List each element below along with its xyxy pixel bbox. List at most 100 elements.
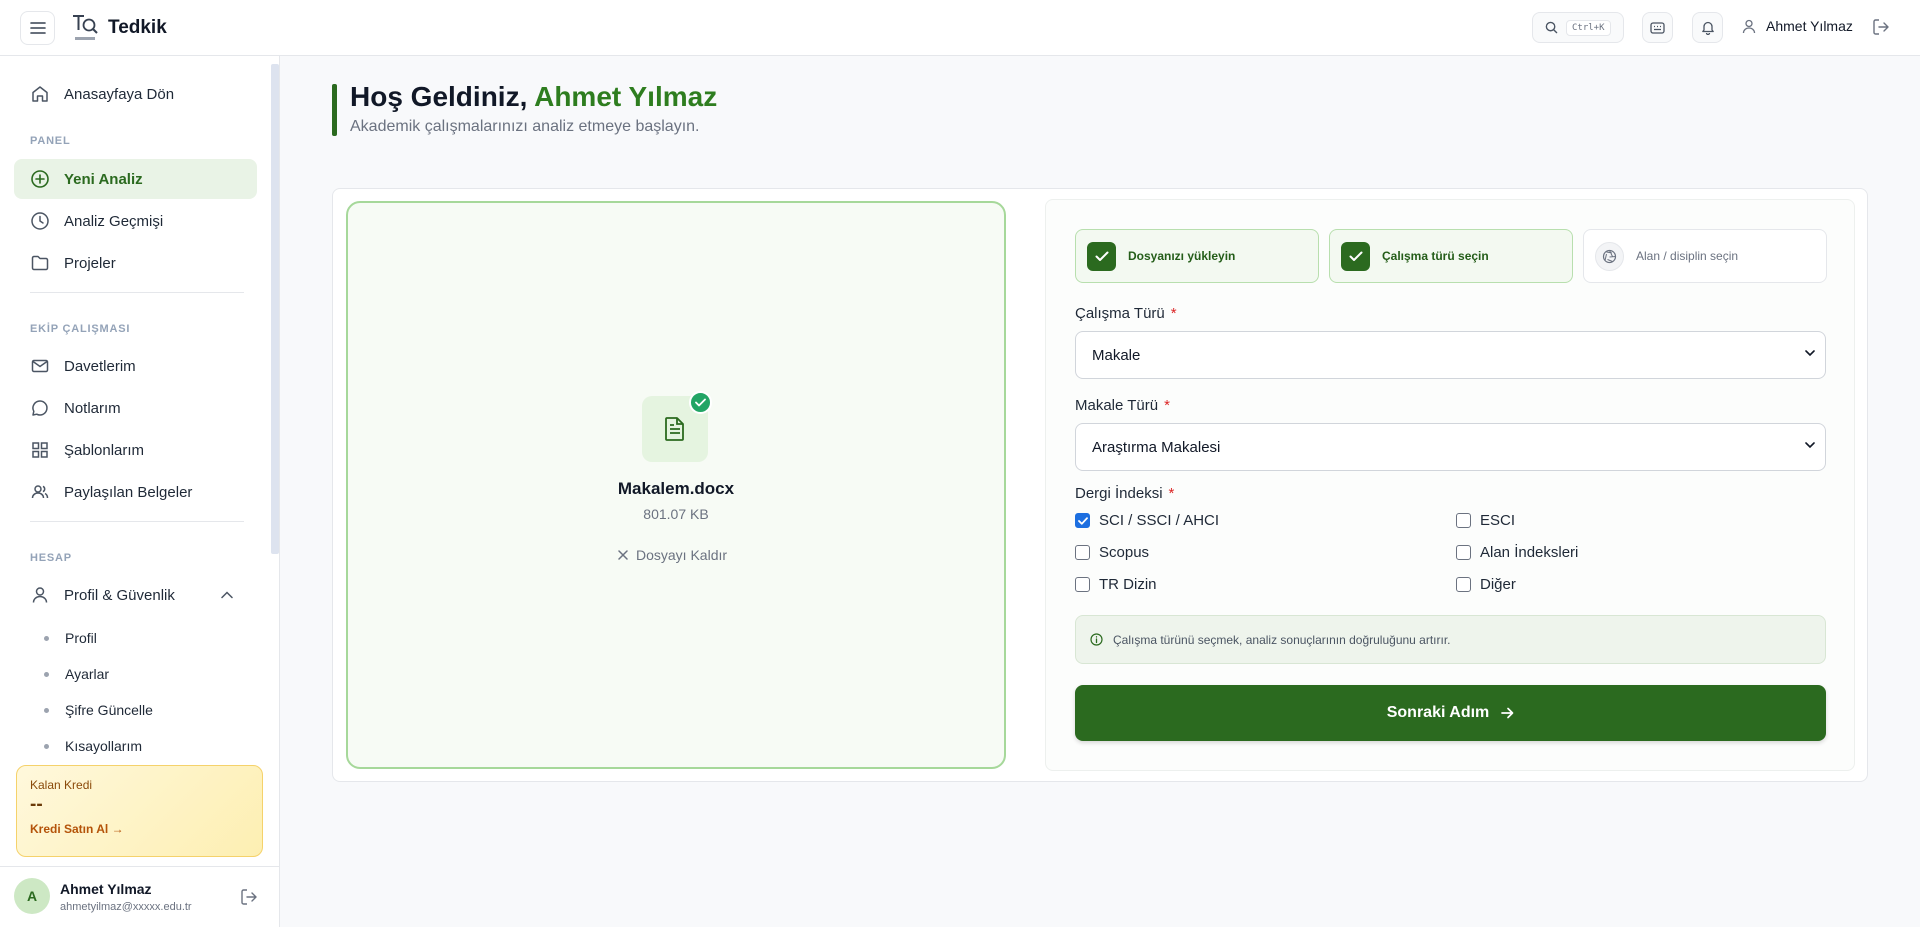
top-bar: Tedkik Ctrl+K Ahmet Yılmaz	[0, 0, 1920, 56]
sidebar-divider	[30, 292, 244, 293]
sidebar-item-analysis-history[interactable]: Analiz Geçmişi	[14, 201, 257, 241]
title-accent-bar	[332, 84, 337, 136]
sidebar-item-label: Analiz Geçmişi	[64, 212, 164, 230]
sidebar-item-invitations[interactable]: Davetlerim	[14, 346, 257, 386]
checkbox[interactable]	[1456, 577, 1471, 592]
index-option-sci[interactable]: SCI / SSCI / AHCI	[1075, 512, 1219, 529]
file-size: 801.07 KB	[643, 506, 709, 522]
sidebar-logout-button[interactable]	[240, 888, 258, 906]
checkbox[interactable]	[1456, 545, 1471, 560]
sidebar-item-new-analysis[interactable]: Yeni Analiz	[14, 159, 257, 199]
info-banner: Çalışma türünü seçmek, analiz sonuçların…	[1075, 615, 1826, 664]
index-option-tr-dizin[interactable]: TR Dizin	[1075, 576, 1157, 593]
article-type-select[interactable]: Araştırma Makalesi	[1075, 423, 1826, 471]
keyboard-icon	[1650, 21, 1665, 34]
brand-name[interactable]: Tedkik	[108, 17, 167, 39]
index-option-label: SCI / SSCI / AHCI	[1099, 512, 1220, 529]
check-icon	[1077, 516, 1088, 525]
checkbox[interactable]	[1075, 545, 1090, 560]
greeting-user-name: Ahmet Yılmaz	[534, 81, 718, 112]
step-complete-badge	[1341, 241, 1370, 271]
step-label: Çalışma türü seçin	[1382, 249, 1489, 263]
sidebar-item-label: Projeler	[64, 254, 116, 272]
tedkik-logo-icon[interactable]	[70, 13, 100, 43]
remove-file-button[interactable]: Dosyayı Kaldır	[618, 547, 727, 563]
section-label-panel: PANEL	[30, 135, 71, 147]
step-select-discipline[interactable]: Alan / disiplin seçin	[1583, 229, 1827, 283]
user-menu[interactable]: Ahmet Yılmaz	[1742, 18, 1853, 34]
mail-icon	[31, 359, 49, 373]
required-marker: *	[1164, 397, 1170, 414]
search-button[interactable]: Ctrl+K	[1532, 12, 1624, 43]
sidebar-item-label: Anasayfaya Dön	[64, 85, 175, 103]
logout-button[interactable]	[1872, 18, 1890, 36]
home-icon	[32, 86, 48, 102]
sidebar-user-name: Ahmet Yılmaz	[60, 881, 152, 897]
article-type-label: Makale Türü *	[1075, 397, 1170, 414]
bullet-dot	[44, 707, 49, 713]
close-icon	[618, 550, 628, 560]
sidebar-item-home[interactable]: Anasayfaya Dön	[14, 74, 257, 114]
step-complete-badge	[1087, 241, 1116, 271]
credit-card: Kalan Kredi -- Kredi Satın Al →	[16, 765, 263, 857]
page-title: Hoş Geldiniz, Ahmet Yılmaz	[350, 81, 717, 113]
work-type-label-text: Çalışma Türü	[1075, 305, 1165, 322]
plus-circle-icon	[31, 170, 49, 188]
sidebar-item-templates[interactable]: Şablonlarım	[14, 430, 257, 470]
users-icon	[31, 485, 49, 499]
sidebar-subitem-change-password[interactable]: Şifre Güncelle	[44, 702, 153, 718]
remove-file-label: Dosyayı Kaldır	[636, 547, 728, 563]
check-icon	[1349, 251, 1362, 261]
journal-index-label-text: Dergi İndeksi	[1075, 485, 1163, 502]
article-type-value: Araştırma Makalesi	[1092, 438, 1221, 456]
index-option-label: ESCI	[1480, 512, 1516, 529]
index-option-field-indexes[interactable]: Alan İndeksleri	[1456, 544, 1578, 561]
bullet-dot	[44, 743, 49, 749]
index-option-other[interactable]: Diğer	[1456, 576, 1516, 593]
sidebar-item-label: Yeni Analiz	[64, 170, 143, 188]
sidebar-group-profile-security[interactable]: Profil & Güvenlik	[14, 575, 257, 615]
required-marker: *	[1168, 485, 1175, 502]
buy-credit-link[interactable]: Kredi Satın Al →	[30, 822, 249, 836]
checkbox[interactable]	[1075, 577, 1090, 592]
sidebar-item-shared-documents[interactable]: Paylaşılan Belgeler	[14, 472, 257, 512]
index-option-label: Diğer	[1480, 576, 1516, 593]
sidebar-scrollbar[interactable]	[271, 64, 279, 554]
credit-value: --	[30, 794, 43, 815]
next-step-button[interactable]: Sonraki Adım	[1075, 685, 1826, 741]
notifications-button[interactable]	[1692, 12, 1723, 43]
checkbox[interactable]	[1456, 513, 1471, 528]
sidebar-subitem-settings[interactable]: Ayarlar	[44, 666, 109, 682]
index-option-esci[interactable]: ESCI	[1456, 512, 1515, 529]
avatar[interactable]: A	[14, 878, 50, 914]
index-option-label: TR Dizin	[1099, 576, 1157, 593]
bullet-dot	[44, 635, 49, 641]
aperture-icon	[1602, 249, 1617, 263]
check-icon	[1095, 251, 1108, 261]
logout-icon	[1873, 19, 1889, 35]
step-pending-badge	[1595, 241, 1624, 271]
step-upload-file[interactable]: Dosyanızı yükleyin	[1075, 229, 1319, 283]
checkbox-checked[interactable]	[1075, 513, 1090, 528]
work-type-value: Makale	[1092, 346, 1141, 364]
credit-title: Kalan Kredi	[30, 778, 93, 792]
user-icon	[32, 587, 48, 603]
sidebar-item-label: Profil & Güvenlik	[64, 586, 175, 604]
required-marker: *	[1170, 305, 1177, 322]
info-text: Çalışma türünü seçmek, analiz sonuçların…	[1113, 632, 1451, 647]
document-icon	[665, 417, 684, 441]
index-option-label: Scopus	[1099, 544, 1150, 561]
work-type-select[interactable]: Makale	[1075, 331, 1826, 379]
sidebar-item-projects[interactable]: Projeler	[14, 243, 257, 283]
index-option-scopus[interactable]: Scopus	[1075, 544, 1149, 561]
page-subtitle: Akademik çalışmalarınızı analiz etmeye b…	[350, 118, 700, 135]
sidebar-subitem-profile[interactable]: Profil	[44, 630, 97, 646]
sidebar-subitem-shortcuts[interactable]: Kısayollarım	[44, 738, 142, 754]
keyboard-shortcuts-button[interactable]	[1642, 12, 1673, 43]
search-icon	[1545, 21, 1558, 34]
sidebar-item-label: Şablonlarım	[64, 441, 145, 459]
menu-toggle-button[interactable]	[20, 11, 55, 45]
step-select-work-type[interactable]: Çalışma türü seçin	[1329, 229, 1573, 283]
sidebar-item-notes[interactable]: Notlarım	[14, 388, 257, 428]
upload-success-badge	[689, 391, 712, 414]
